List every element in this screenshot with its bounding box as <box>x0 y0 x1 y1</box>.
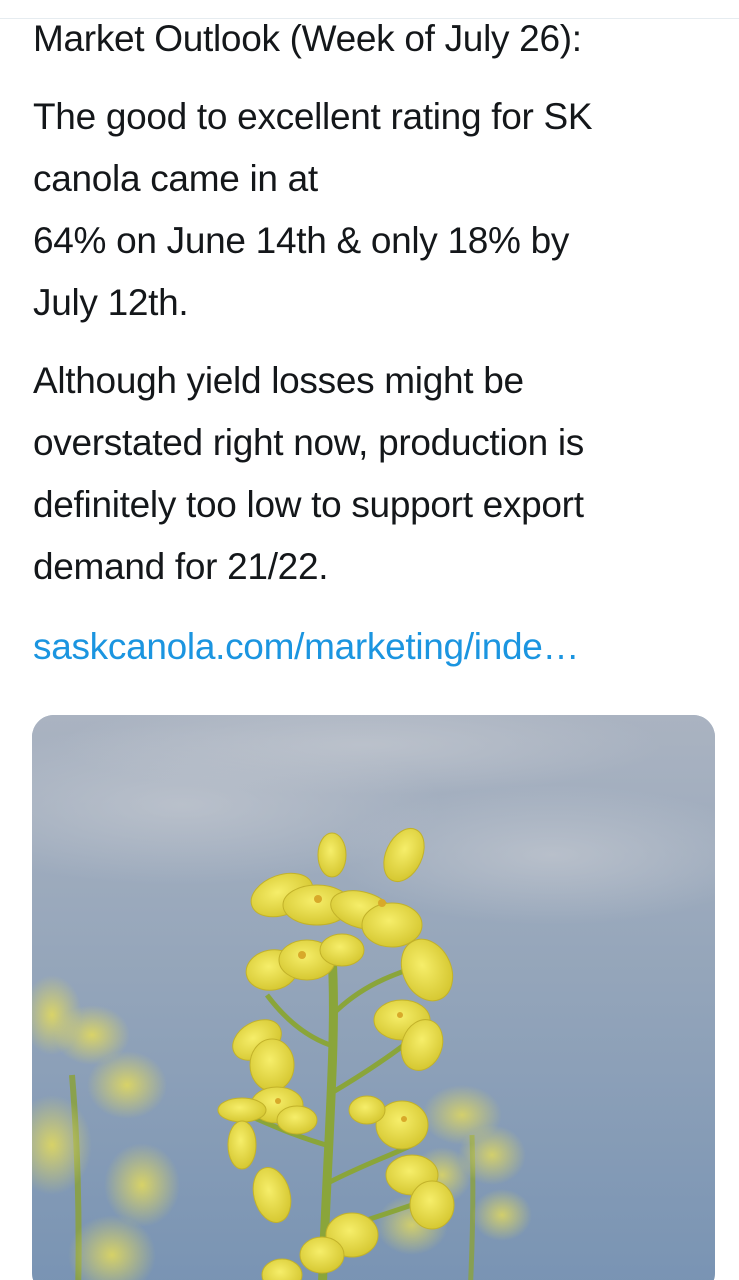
paragraph-1-line: The good to excellent rating for SK <box>33 96 593 137</box>
media-card-image[interactable] <box>32 715 715 1280</box>
paragraph-1-line: July 12th. <box>33 282 189 323</box>
tweet-paragraph-2: Although yield losses might be overstate… <box>33 350 584 598</box>
tweet-paragraph-1: The good to excellent rating for SK cano… <box>33 86 593 334</box>
canola-flower-photo <box>32 715 715 1280</box>
paragraph-1-line: canola came in at <box>33 158 318 199</box>
article-link[interactable]: saskcanola.com/marketing/inde… <box>33 616 580 678</box>
paragraph-2-line: demand for 21/22. <box>33 546 329 587</box>
tweet-heading: Market Outlook (Week of July 26): <box>33 18 582 59</box>
paragraph-2-line: overstated right now, production is <box>33 422 584 463</box>
paragraph-2-line: Although yield losses might be <box>33 360 524 401</box>
paragraph-1-line: 64% on June 14th & only 18% by <box>33 220 570 261</box>
paragraph-2-line: definitely too low to support export <box>33 484 584 525</box>
tweet-heading-block: Market Outlook (Week of July 26): <box>33 8 582 70</box>
